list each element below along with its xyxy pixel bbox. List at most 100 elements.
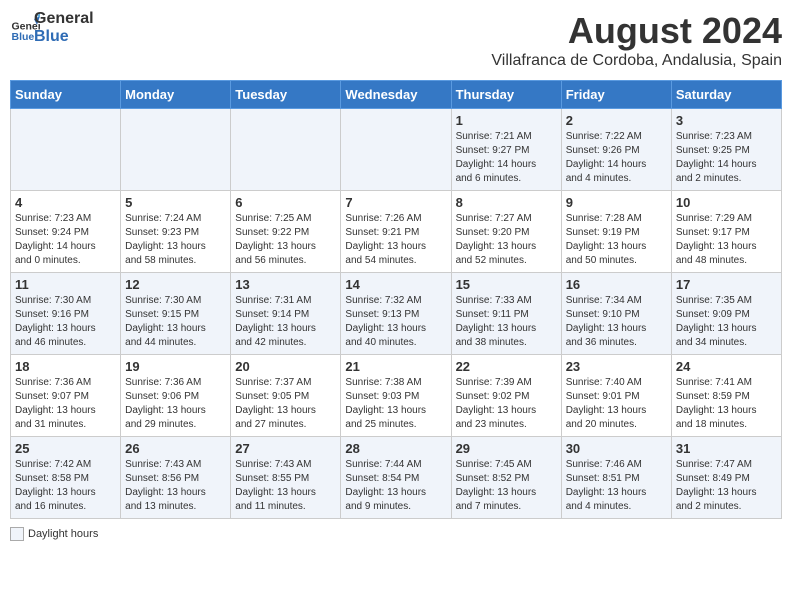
page-subtitle: Villafranca de Cordoba, Andalusia, Spain bbox=[491, 52, 782, 70]
header-day-thursday: Thursday bbox=[451, 81, 561, 109]
calendar-cell: 24 Sunrise: 7:41 AM Sunset: 8:59 PM Dayli… bbox=[671, 355, 781, 437]
day-info: Sunrise: 7:39 AM Sunset: 9:02 PM Dayligh… bbox=[456, 376, 557, 432]
calendar-cell: 17Sunrise: 7:35 AM Sunset: 9:09 PM Dayli… bbox=[671, 273, 781, 355]
day-info: Sunrise: 7:40 AM Sunset: 9:01 PM Dayligh… bbox=[566, 376, 667, 432]
day-number: 19 bbox=[125, 359, 226, 374]
day-info: Sunrise: 7:25 AM Sunset: 9:22 PM Dayligh… bbox=[235, 212, 336, 268]
svg-text:Blue: Blue bbox=[12, 31, 35, 43]
day-info: Sunrise: 7:30 AM Sunset: 9:16 PM Dayligh… bbox=[15, 294, 116, 350]
header-day-monday: Monday bbox=[121, 81, 231, 109]
day-info: Sunrise: 7:37 AM Sunset: 9:05 PM Dayligh… bbox=[235, 376, 336, 432]
header-day-saturday: Saturday bbox=[671, 81, 781, 109]
day-number: 12 bbox=[125, 277, 226, 292]
day-number: 21 bbox=[345, 359, 446, 374]
day-number: 6 bbox=[235, 195, 336, 210]
page-header: General Blue General Blue August 2024 Vi… bbox=[10, 10, 782, 70]
calendar-table: SundayMondayTuesdayWednesdayThursdayFrid… bbox=[10, 80, 782, 519]
day-number: 29 bbox=[456, 441, 557, 456]
day-info: Sunrise: 7:24 AM Sunset: 9:23 PM Dayligh… bbox=[125, 212, 226, 268]
day-info: Sunrise: 7:43 AM Sunset: 8:55 PM Dayligh… bbox=[235, 458, 336, 514]
calendar-week-3: 11 Sunrise: 7:30 AM Sunset: 9:16 PM Dayli… bbox=[11, 273, 782, 355]
day-info: Sunrise: 7:41 AM Sunset: 8:59 PM Dayligh… bbox=[676, 376, 777, 432]
logo-blue: Blue bbox=[34, 28, 94, 46]
calendar-cell: 14 Sunrise: 7:32 AM Sunset: 9:13 PM Dayli… bbox=[341, 273, 451, 355]
day-number: 1 bbox=[456, 113, 557, 128]
calendar-week-5: 25 Sunrise: 7:42 AM Sunset: 8:58 PM Dayli… bbox=[11, 437, 782, 519]
day-number: 30 bbox=[566, 441, 667, 456]
calendar-header: SundayMondayTuesdayWednesdayThursdayFrid… bbox=[11, 81, 782, 109]
calendar-cell: 26Sunrise: 7:43 AM Sunset: 8:56 PM Dayli… bbox=[121, 437, 231, 519]
day-number: 18 bbox=[15, 359, 116, 374]
day-info: Sunrise: 7:26 AM Sunset: 9:21 PM Dayligh… bbox=[345, 212, 446, 268]
calendar-cell bbox=[121, 109, 231, 191]
day-number: 22 bbox=[456, 359, 557, 374]
day-number: 4 bbox=[15, 195, 116, 210]
calendar-week-4: 18 Sunrise: 7:36 AM Sunset: 9:07 PM Dayli… bbox=[11, 355, 782, 437]
day-info: Sunrise: 7:33 AM Sunset: 9:11 PM Dayligh… bbox=[456, 294, 557, 350]
calendar-cell: 23Sunrise: 7:40 AM Sunset: 9:01 PM Dayli… bbox=[561, 355, 671, 437]
day-number: 8 bbox=[456, 195, 557, 210]
calendar-body: 1 Sunrise: 7:21 AM Sunset: 9:27 PM Daylig… bbox=[11, 109, 782, 519]
day-number: 7 bbox=[345, 195, 446, 210]
day-number: 10 bbox=[676, 195, 777, 210]
day-info: Sunrise: 7:38 AM Sunset: 9:03 PM Dayligh… bbox=[345, 376, 446, 432]
calendar-cell: 9Sunrise: 7:28 AM Sunset: 9:19 PM Daylig… bbox=[561, 191, 671, 273]
day-number: 16 bbox=[566, 277, 667, 292]
calendar-cell bbox=[231, 109, 341, 191]
calendar-cell: 22 Sunrise: 7:39 AM Sunset: 9:02 PM Dayli… bbox=[451, 355, 561, 437]
day-info: Sunrise: 7:32 AM Sunset: 9:13 PM Dayligh… bbox=[345, 294, 446, 350]
calendar-cell: 1 Sunrise: 7:21 AM Sunset: 9:27 PM Daylig… bbox=[451, 109, 561, 191]
day-number: 24 bbox=[676, 359, 777, 374]
calendar-cell: 3Sunrise: 7:23 AM Sunset: 9:25 PM Daylig… bbox=[671, 109, 781, 191]
calendar-cell: 13Sunrise: 7:31 AM Sunset: 9:14 PM Dayli… bbox=[231, 273, 341, 355]
legend-daylight: Daylight hours bbox=[10, 527, 98, 541]
day-info: Sunrise: 7:36 AM Sunset: 9:07 PM Dayligh… bbox=[15, 376, 116, 432]
calendar-cell: 28Sunrise: 7:44 AM Sunset: 8:54 PM Dayli… bbox=[341, 437, 451, 519]
day-info: Sunrise: 7:21 AM Sunset: 9:27 PM Dayligh… bbox=[456, 130, 557, 186]
day-number: 14 bbox=[345, 277, 446, 292]
header-row: SundayMondayTuesdayWednesdayThursdayFrid… bbox=[11, 81, 782, 109]
day-number: 25 bbox=[15, 441, 116, 456]
calendar-cell: 12 Sunrise: 7:30 AM Sunset: 9:15 PM Dayli… bbox=[121, 273, 231, 355]
day-info: Sunrise: 7:28 AM Sunset: 9:19 PM Dayligh… bbox=[566, 212, 667, 268]
calendar-cell: 8 Sunrise: 7:27 AM Sunset: 9:20 PM Daylig… bbox=[451, 191, 561, 273]
calendar-cell: 16 Sunrise: 7:34 AM Sunset: 9:10 PM Dayli… bbox=[561, 273, 671, 355]
calendar-cell: 18 Sunrise: 7:36 AM Sunset: 9:07 PM Dayli… bbox=[11, 355, 121, 437]
calendar-week-1: 1 Sunrise: 7:21 AM Sunset: 9:27 PM Daylig… bbox=[11, 109, 782, 191]
day-info: Sunrise: 7:27 AM Sunset: 9:20 PM Dayligh… bbox=[456, 212, 557, 268]
day-number: 15 bbox=[456, 277, 557, 292]
calendar-cell: 15 Sunrise: 7:33 AM Sunset: 9:11 PM Dayli… bbox=[451, 273, 561, 355]
calendar-cell: 4 Sunrise: 7:23 AM Sunset: 9:24 PM Daylig… bbox=[11, 191, 121, 273]
legend: Daylight hours bbox=[10, 527, 782, 541]
day-info: Sunrise: 7:30 AM Sunset: 9:15 PM Dayligh… bbox=[125, 294, 226, 350]
day-info: Sunrise: 7:46 AM Sunset: 8:51 PM Dayligh… bbox=[566, 458, 667, 514]
day-number: 11 bbox=[15, 277, 116, 292]
day-number: 20 bbox=[235, 359, 336, 374]
calendar-week-2: 4 Sunrise: 7:23 AM Sunset: 9:24 PM Daylig… bbox=[11, 191, 782, 273]
day-number: 27 bbox=[235, 441, 336, 456]
title-block: August 2024 Villafranca de Cordoba, Anda… bbox=[491, 10, 782, 70]
calendar-cell: 31Sunrise: 7:47 AM Sunset: 8:49 PM Dayli… bbox=[671, 437, 781, 519]
logo: General Blue General Blue bbox=[10, 10, 94, 45]
day-info: Sunrise: 7:42 AM Sunset: 8:58 PM Dayligh… bbox=[15, 458, 116, 514]
day-number: 3 bbox=[676, 113, 777, 128]
calendar-cell: 2Sunrise: 7:22 AM Sunset: 9:26 PM Daylig… bbox=[561, 109, 671, 191]
legend-daylight-label: Daylight hours bbox=[28, 528, 98, 540]
calendar-cell: 7 Sunrise: 7:26 AM Sunset: 9:21 PM Daylig… bbox=[341, 191, 451, 273]
day-number: 31 bbox=[676, 441, 777, 456]
day-info: Sunrise: 7:29 AM Sunset: 9:17 PM Dayligh… bbox=[676, 212, 777, 268]
calendar-cell: 20 Sunrise: 7:37 AM Sunset: 9:05 PM Dayli… bbox=[231, 355, 341, 437]
calendar-cell: 21 Sunrise: 7:38 AM Sunset: 9:03 PM Dayli… bbox=[341, 355, 451, 437]
day-info: Sunrise: 7:44 AM Sunset: 8:54 PM Dayligh… bbox=[345, 458, 446, 514]
day-info: Sunrise: 7:45 AM Sunset: 8:52 PM Dayligh… bbox=[456, 458, 557, 514]
calendar-cell: 25 Sunrise: 7:42 AM Sunset: 8:58 PM Dayli… bbox=[11, 437, 121, 519]
day-number: 13 bbox=[235, 277, 336, 292]
header-day-friday: Friday bbox=[561, 81, 671, 109]
calendar-cell: 11 Sunrise: 7:30 AM Sunset: 9:16 PM Dayli… bbox=[11, 273, 121, 355]
day-info: Sunrise: 7:35 AM Sunset: 9:09 PM Dayligh… bbox=[676, 294, 777, 350]
day-info: Sunrise: 7:23 AM Sunset: 9:24 PM Dayligh… bbox=[15, 212, 116, 268]
day-info: Sunrise: 7:34 AM Sunset: 9:10 PM Dayligh… bbox=[566, 294, 667, 350]
calendar-cell: 30 Sunrise: 7:46 AM Sunset: 8:51 PM Dayli… bbox=[561, 437, 671, 519]
day-info: Sunrise: 7:36 AM Sunset: 9:06 PM Dayligh… bbox=[125, 376, 226, 432]
calendar-cell: 10 Sunrise: 7:29 AM Sunset: 9:17 PM Dayli… bbox=[671, 191, 781, 273]
